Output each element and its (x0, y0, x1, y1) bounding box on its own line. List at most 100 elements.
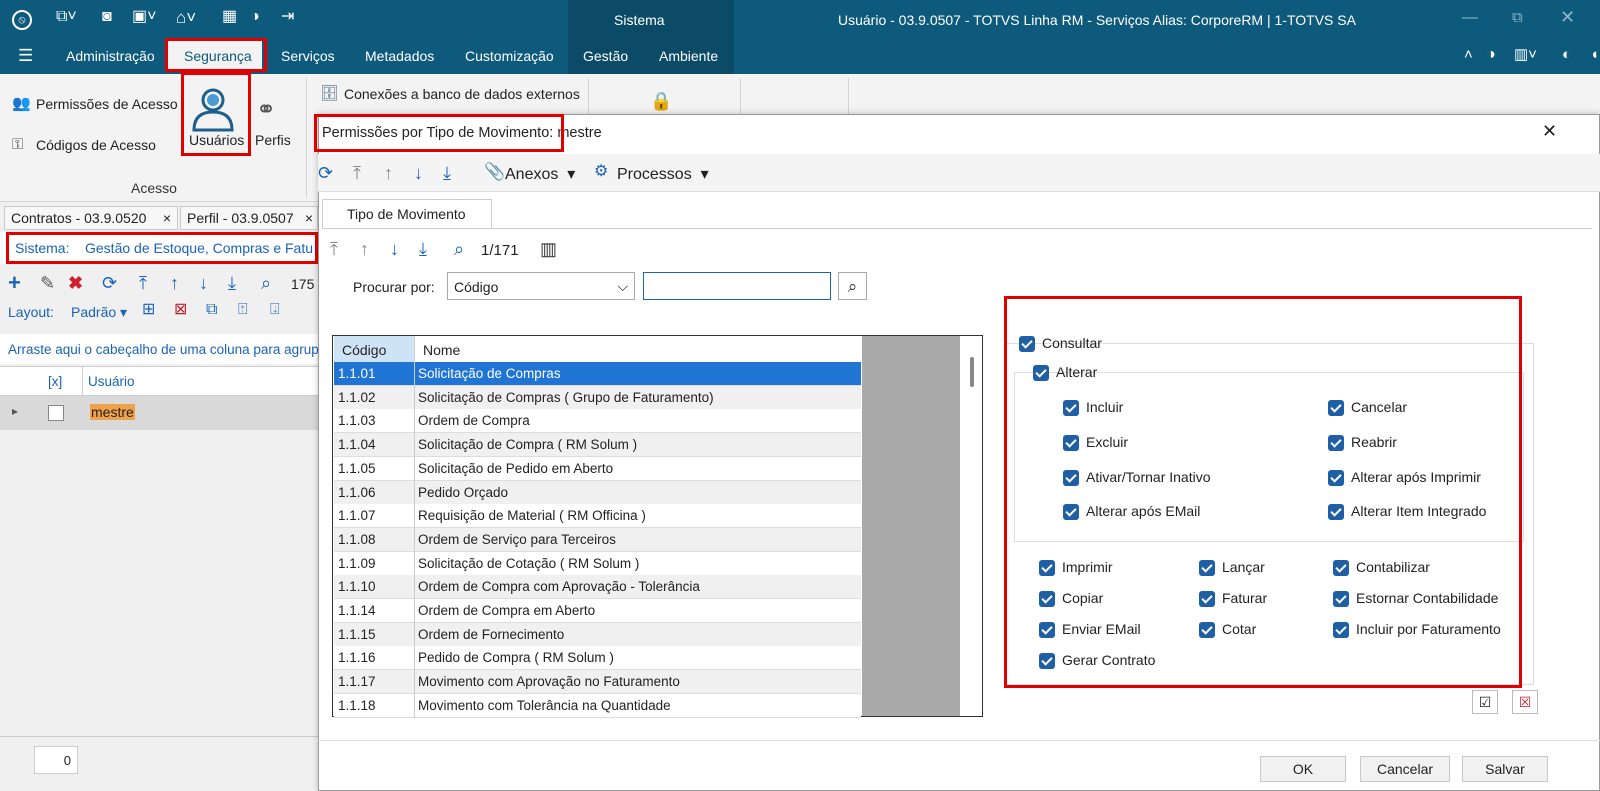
perm-opt-checkbox[interactable] (1333, 622, 1349, 638)
tab-administracao[interactable]: Administração (66, 48, 155, 64)
calculator-icon[interactable]: ▦ (222, 9, 237, 25)
perm-opt-checkbox[interactable] (1039, 560, 1055, 576)
app-logo-icon[interactable]: ⦸ (12, 10, 32, 30)
table-row[interactable]: 1.1.14 Ordem de Compra em Aberto (334, 599, 861, 623)
tab-gestao[interactable]: Gestão (583, 48, 628, 64)
search-icon[interactable]: ⌕ (454, 240, 464, 258)
columns-icon[interactable]: ▥ (540, 240, 557, 258)
col-nome[interactable]: Nome (414, 336, 862, 362)
prev-icon[interactable]: ↑ (384, 164, 393, 182)
alterar-opt-checkbox[interactable] (1063, 435, 1079, 451)
grid-scrollbar[interactable] (970, 357, 974, 387)
last-icon[interactable]: ⤓ (228, 274, 236, 292)
user-cell[interactable]: mestre (90, 404, 135, 420)
layout-up-icon[interactable]: ⍐ (238, 302, 248, 318)
first-icon[interactable]: ⤒ (139, 274, 147, 292)
alterar-opt-checkbox[interactable] (1063, 400, 1079, 416)
table-row[interactable]: 1.1.16 Pedido de Compra ( RM Solum ) (334, 646, 861, 671)
permissoes-acesso-button[interactable]: Permissões de Acesso (36, 96, 178, 112)
alterar-opt-checkbox[interactable] (1328, 504, 1344, 520)
tab-ambiente[interactable]: Ambiente (659, 48, 718, 64)
perm-opt-checkbox[interactable] (1199, 591, 1215, 607)
doc-tab-perfil[interactable]: Perfil - 03.9.0507 × (180, 206, 318, 230)
group-hint[interactable]: Arraste aqui o cabeçalho de uma coluna p… (8, 342, 319, 357)
conexoes-button[interactable]: Conexões a banco de dados externos (344, 86, 580, 102)
footer-field[interactable]: 0 (34, 746, 78, 774)
perm-opt-checkbox[interactable] (1039, 653, 1055, 669)
layout-add-icon[interactable]: ⊞ (142, 302, 155, 318)
collapse-ribbon-icon[interactable]: ˄ (1464, 47, 1473, 62)
more-icon[interactable]: ◖ (1590, 47, 1599, 62)
search-icon[interactable]: ⌕ (261, 274, 271, 292)
close-tab-icon[interactable]: × (305, 210, 313, 226)
row-checkbox[interactable] (48, 405, 64, 421)
alterar-opt-checkbox[interactable] (1328, 400, 1344, 416)
help-icon[interactable]: ◑ (1486, 47, 1496, 63)
ok-button[interactable]: OK (1260, 756, 1346, 782)
table-row[interactable]: 1.1.08 Ordem de Serviço para Terceiros (334, 527, 861, 552)
network-icon[interactable]: ⧉˅ (56, 9, 77, 25)
expand-icon[interactable]: ▸ (12, 404, 18, 418)
table-row[interactable]: 1.1.18 Movimento com Tolerância na Quanti… (334, 693, 861, 718)
alterar-opt-checkbox[interactable] (1063, 504, 1079, 520)
delete-icon[interactable]: ✖ (68, 274, 83, 292)
table-row[interactable]: 1.1.03 Ordem de Compra (334, 409, 861, 434)
layout-select[interactable]: Padrão ▾ (71, 304, 127, 321)
consultar-checkbox[interactable] (1019, 336, 1035, 352)
table-row[interactable]: 1.1.01 Solicitação de Compras (334, 362, 861, 386)
next-icon[interactable]: ↓ (199, 274, 208, 292)
layout-save-icon[interactable]: ⧉ (206, 302, 217, 318)
perm-opt-checkbox[interactable] (1199, 560, 1215, 576)
next-icon[interactable]: ↓ (390, 240, 399, 258)
layout-down-icon[interactable]: ⍗ (270, 302, 280, 318)
layout-icon[interactable]: ▥˅ (1514, 47, 1537, 62)
alterar-opt-checkbox[interactable] (1328, 470, 1344, 486)
alterar-opt-checkbox[interactable] (1063, 470, 1079, 486)
user-icon[interactable]: ◐ (1562, 47, 1571, 62)
cancelar-button[interactable]: Cancelar (1360, 756, 1450, 782)
anexos-menu[interactable]: Anexos ▾ (505, 164, 575, 184)
window-icon[interactable]: ▣˅ (132, 9, 156, 25)
table-row[interactable]: 1.1.06 Pedido Orçado (334, 480, 861, 505)
search-input[interactable] (643, 272, 831, 300)
refresh-icon[interactable]: ⟳ (318, 164, 333, 182)
tab-seguranca[interactable]: Segurança (184, 48, 252, 64)
search-field-select[interactable]: Código ⌵ (447, 272, 635, 300)
refresh-icon[interactable]: ⟳ (102, 274, 117, 292)
col-codigo[interactable]: Código (334, 336, 414, 362)
perfis-button[interactable]: Perfis (255, 132, 291, 148)
sistema-value[interactable]: Gestão de Estoque, Compras e Fatu (85, 240, 313, 256)
col-select[interactable]: [x] (48, 374, 62, 389)
next-icon[interactable]: ↓ (414, 164, 423, 182)
tab-servicos[interactable]: Serviços (281, 48, 335, 64)
table-row[interactable]: 1.1.05 Solicitação de Pedido em Aberto (334, 456, 861, 481)
prev-icon[interactable]: ↑ (170, 274, 179, 292)
check-all-icon[interactable]: ☑ (1472, 690, 1498, 714)
ribbon-menu-icon[interactable]: ☰ (18, 47, 33, 64)
perm-opt-checkbox[interactable] (1199, 622, 1215, 638)
col-usuario[interactable]: Usuário (88, 374, 135, 389)
search-button[interactable]: ⌕ (838, 272, 867, 300)
layout-remove-icon[interactable]: ⊠ (174, 302, 187, 318)
alterar-checkbox[interactable] (1033, 365, 1049, 381)
close-window-icon[interactable]: ✕ (1560, 8, 1575, 26)
first-icon[interactable]: ⤒ (330, 240, 338, 258)
maximize-icon[interactable]: ⧉ (1512, 10, 1523, 25)
edit-icon[interactable]: ✎ (40, 274, 55, 292)
perm-opt-checkbox[interactable] (1333, 560, 1349, 576)
table-row[interactable]: 1.1.07 Requisição de Material ( RM Offici… (334, 504, 861, 529)
close-tab-icon[interactable]: × (163, 210, 171, 226)
tab-metadados[interactable]: Metadados (365, 48, 434, 64)
add-icon[interactable]: + (8, 272, 21, 294)
prev-icon[interactable]: ↑ (360, 240, 369, 258)
uncheck-all-icon[interactable]: ☒ (1512, 690, 1538, 714)
table-row[interactable]: 1.1.10 Ordem de Compra com Aprovação - To… (334, 575, 861, 600)
last-icon[interactable]: ⤓ (443, 164, 451, 182)
perm-opt-checkbox[interactable] (1039, 622, 1055, 638)
perm-opt-checkbox[interactable] (1039, 591, 1055, 607)
headset-icon[interactable]: ◑ (250, 9, 260, 25)
tab-customizacao[interactable]: Customização (465, 48, 554, 64)
codigos-acesso-button[interactable]: Códigos de Acesso (36, 137, 156, 153)
last-icon[interactable]: ⤓ (419, 240, 427, 258)
table-row[interactable]: 1.1.15 Ordem de Fornecimento (334, 622, 861, 647)
